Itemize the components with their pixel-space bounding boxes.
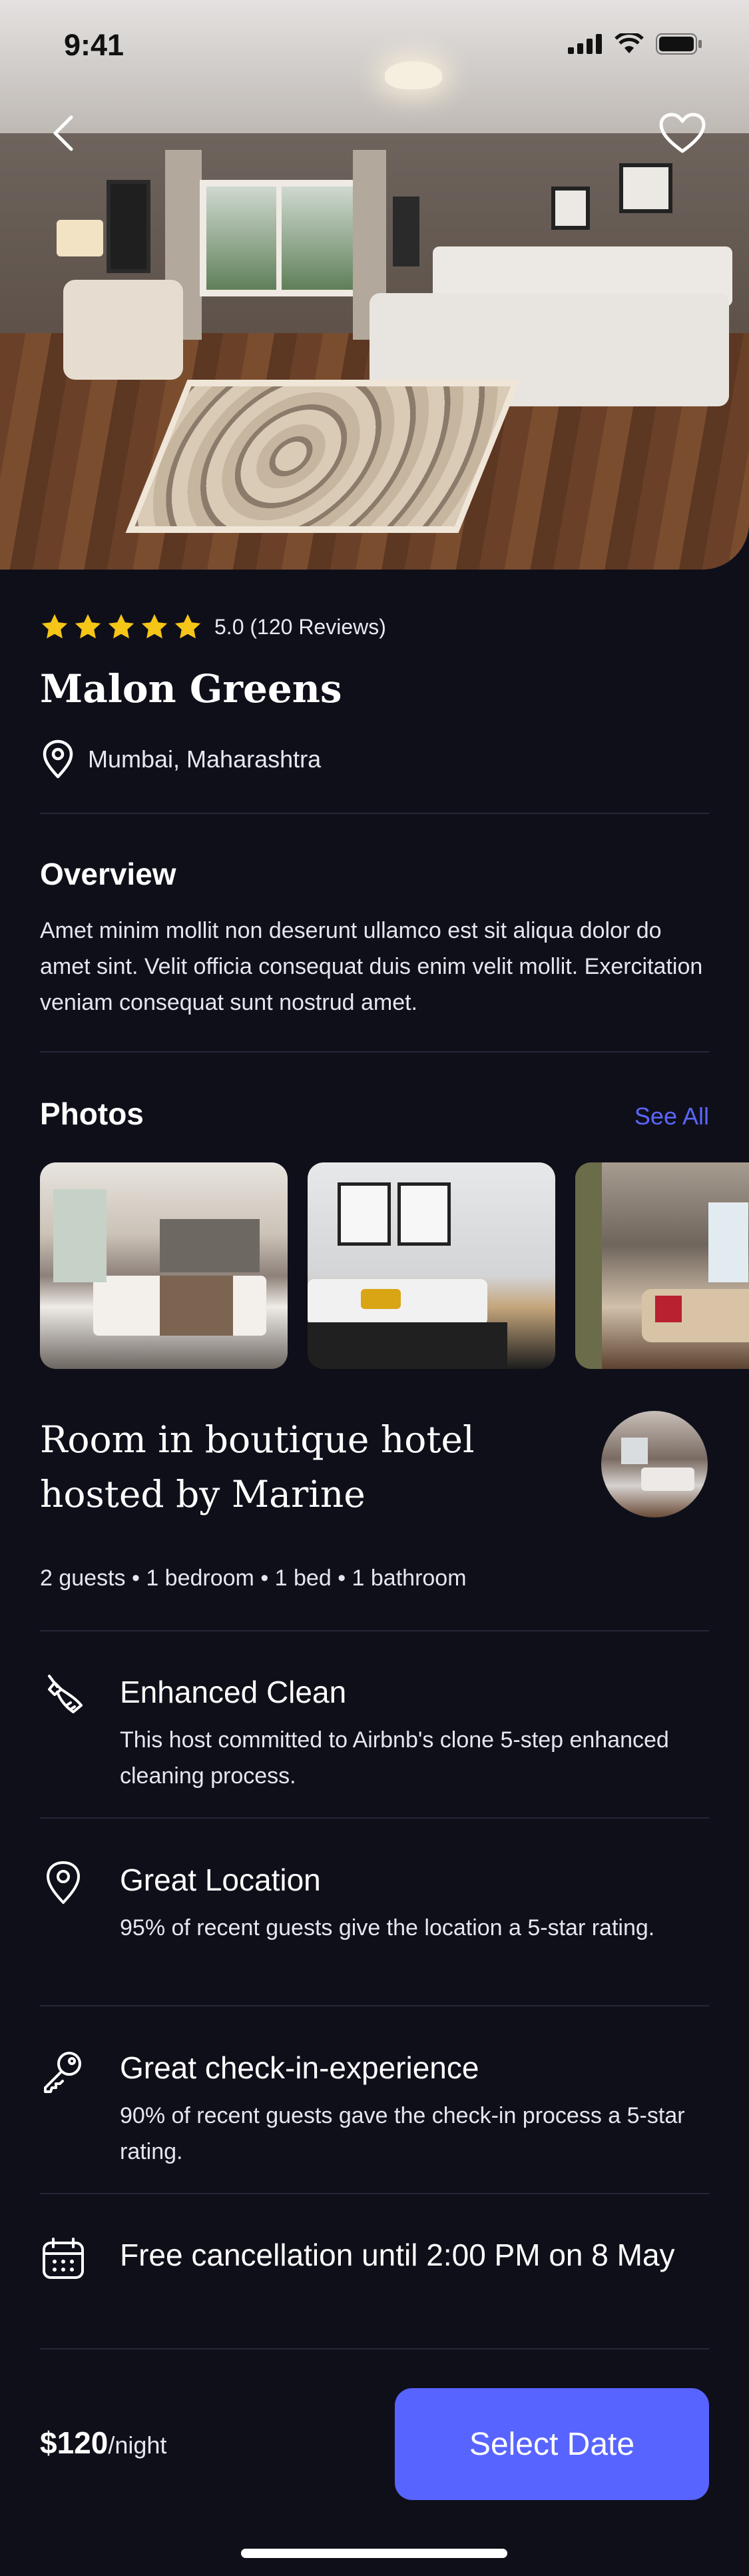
feature-title: Enhanced Clean <box>120 1675 347 1709</box>
divider <box>40 2348 709 2350</box>
broom-icon <box>48 1675 83 1713</box>
star-icon <box>141 614 168 639</box>
feature-title: Great check-in-experience <box>120 2050 479 2085</box>
star-icon <box>174 614 201 639</box>
heart-icon <box>659 113 706 153</box>
divider <box>40 1817 709 1819</box>
price: $120/night <box>40 2425 166 2461</box>
photo-thumbnail[interactable] <box>40 1162 288 1369</box>
photo-carousel[interactable] <box>40 1162 749 1369</box>
star-icon <box>75 614 101 639</box>
feature-title: Great Location <box>120 1863 321 1897</box>
rating-value: 5.0 (120 Reviews) <box>214 614 386 639</box>
guest-info: 2 guests • 1 bedroom • 1 bed • 1 bathroo… <box>40 1565 467 1591</box>
photo-thumbnail[interactable] <box>575 1162 749 1369</box>
status-time: 9:41 <box>64 28 125 62</box>
star-icon <box>41 614 68 639</box>
host-avatar[interactable] <box>601 1411 708 1517</box>
listing-title: Malon Greens <box>40 666 342 711</box>
feature-description: 95% of recent guests give the location a… <box>120 1915 655 1940</box>
see-all-link[interactable]: See All <box>634 1102 709 1130</box>
feature-description: This host committed to Airbnb's clone 5-… <box>120 1727 669 1789</box>
home-indicator <box>241 2549 507 2558</box>
location-row: Mumbai, Maharashtra <box>40 739 321 779</box>
overview-text: Amet minim mollit non deserunt ullamco e… <box>40 918 703 1015</box>
price-amount: $120 <box>40 2425 109 2460</box>
status-bar: 9:41 <box>0 0 749 87</box>
key-icon <box>44 2052 81 2093</box>
location-pin-icon <box>47 1861 80 1904</box>
calendar-icon <box>43 2238 84 2279</box>
price-unit: /night <box>108 2431 167 2459</box>
wifi-icon <box>615 33 644 53</box>
divider <box>40 1630 709 1631</box>
divider <box>40 2193 709 2194</box>
divider <box>40 813 709 814</box>
select-date-button[interactable]: Select Date <box>395 2388 709 2500</box>
review-count: (120 Reviews) <box>250 614 386 639</box>
status-icons <box>568 33 702 55</box>
location-pin-icon <box>43 739 73 779</box>
star-icon <box>108 614 134 639</box>
photos-title: Photos <box>40 1096 144 1131</box>
host-title: Room in boutique hotel hosted by Marine <box>40 1418 475 1515</box>
chevron-left-icon <box>53 115 73 151</box>
divider <box>40 2005 709 2006</box>
feature-description: 90% of recent guests gave the check-in p… <box>120 2103 685 2164</box>
photo-thumbnail[interactable] <box>308 1162 555 1369</box>
favorite-button[interactable] <box>656 107 709 160</box>
overview-title: Overview <box>40 857 176 891</box>
divider <box>40 1051 709 1053</box>
feature-title: Free cancellation until 2:00 PM on 8 May <box>120 2238 675 2272</box>
battery-icon <box>656 33 702 55</box>
signal-icon <box>568 34 602 54</box>
back-button[interactable] <box>37 107 90 160</box>
location-text: Mumbai, Maharashtra <box>88 745 322 773</box>
rating-row: 5.0 (120 Reviews) <box>40 613 386 641</box>
